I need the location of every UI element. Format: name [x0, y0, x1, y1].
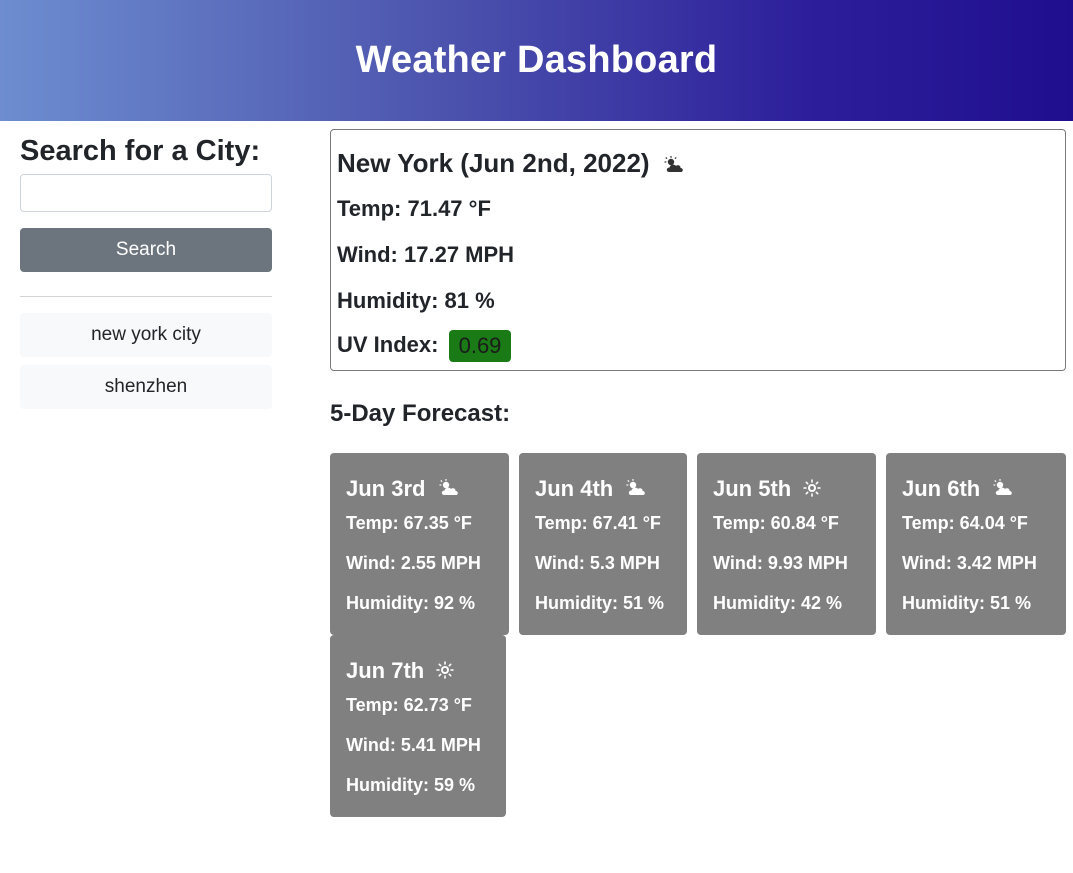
forecast-card: Jun 3rd Temp: 67.35 °F Wind: 2.55 MPH Hu…	[330, 453, 509, 635]
forecast-temp: Temp: 62.73 °F	[346, 695, 472, 715]
history-item-shenzhen[interactable]: shenzhen	[20, 365, 272, 409]
forecast-date-row: Jun 3rd	[346, 476, 460, 503]
current-weather-panel: New York (Jun 2nd, 2022) Temp: 71.47 °F …	[330, 129, 1066, 371]
cloud-sun-icon	[438, 477, 460, 503]
history-item-new-york-city[interactable]: new york city	[20, 313, 272, 357]
cloud-sun-icon	[625, 477, 647, 503]
forecast-date-row: Jun 4th	[535, 476, 647, 503]
current-city-heading: New York (Jun 2nd, 2022)	[337, 148, 685, 181]
cloud-sun-icon	[663, 150, 685, 181]
sun-icon	[803, 477, 822, 503]
sun-icon	[436, 659, 455, 685]
current-humidity: Humidity: 81 %	[337, 288, 495, 313]
city-search-input[interactable]	[20, 174, 272, 212]
forecast-date: Jun 6th	[902, 476, 981, 501]
forecast-wind: Wind: 5.3 MPH	[535, 553, 660, 573]
current-wind: Wind: 17.27 MPH	[337, 242, 515, 267]
forecast-temp: Temp: 60.84 °F	[713, 513, 839, 533]
forecast-humidity: Humidity: 42 %	[713, 593, 843, 613]
search-button[interactable]: Search	[20, 228, 272, 272]
forecast-card: Jun 4th Temp: 67.41 °F Wind: 5.3 MPH Hum…	[519, 453, 687, 635]
forecast-temp: Temp: 67.41 °F	[535, 513, 661, 533]
uv-index-badge: 0.69	[448, 330, 512, 362]
forecast-date-row: Jun 6th	[902, 476, 1014, 503]
forecast-wind: Wind: 9.93 MPH	[713, 553, 848, 573]
forecast-humidity: Humidity: 51 %	[902, 593, 1032, 613]
forecast-wind: Wind: 3.42 MPH	[902, 553, 1037, 573]
forecast-date-row: Jun 7th	[346, 658, 455, 685]
sidebar-divider	[20, 296, 272, 297]
forecast-date: Jun 4th	[535, 476, 614, 501]
forecast-humidity: Humidity: 51 %	[535, 593, 665, 613]
forecast-date: Jun 5th	[713, 476, 792, 501]
forecast-date: Jun 3rd	[346, 476, 426, 501]
forecast-wind: Wind: 5.41 MPH	[346, 735, 481, 755]
current-temp: Temp: 71.47 °F	[337, 196, 491, 221]
page-title: Weather Dashboard	[355, 39, 718, 81]
uv-label: UV Index:	[337, 331, 439, 357]
forecast-card: Jun 7th Temp: 62.73 °F Wind: 5.41 MPH Hu…	[330, 635, 506, 817]
forecast-card: Jun 6th Temp: 64.04 °F Wind: 3.42 MPH Hu…	[886, 453, 1066, 635]
forecast-temp: Temp: 64.04 °F	[902, 513, 1028, 533]
forecast-date-row: Jun 5th	[713, 476, 822, 503]
forecast-wind: Wind: 2.55 MPH	[346, 553, 481, 573]
forecast-temp: Temp: 67.35 °F	[346, 513, 472, 533]
search-heading: Search for a City:	[20, 135, 261, 167]
forecast-date: Jun 7th	[346, 658, 425, 683]
current-uv-row: UV Index: 0.69	[337, 330, 512, 362]
forecast-humidity: Humidity: 92 %	[346, 593, 476, 613]
current-city-date: New York (Jun 2nd, 2022)	[337, 148, 650, 178]
search-sidebar: Search for a City: Search new york city …	[20, 121, 272, 409]
page-header: Weather Dashboard	[0, 0, 1073, 121]
cloud-sun-icon	[992, 477, 1014, 503]
forecast-card: Jun 5th Temp: 60.84 °F Wind: 9.93 MPH Hu…	[697, 453, 876, 635]
forecast-title: 5-Day Forecast:	[330, 400, 511, 427]
forecast-humidity: Humidity: 59 %	[346, 775, 476, 795]
